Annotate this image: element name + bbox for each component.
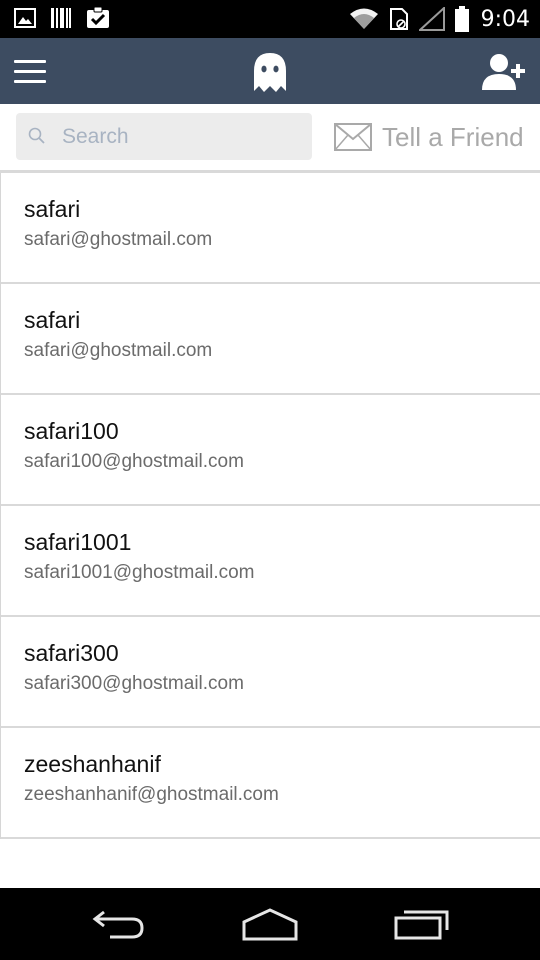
contact-name: safari100 [24, 418, 119, 444]
home-button[interactable] [240, 906, 300, 942]
search-box[interactable] [16, 113, 312, 160]
home-icon [242, 908, 298, 941]
contact-name: safari [24, 196, 81, 222]
sim-icon [389, 8, 408, 30]
contact-name: safari300 [24, 640, 119, 666]
navigation-bar [0, 888, 540, 960]
status-time: 9:04 [480, 6, 530, 32]
envelope-icon [334, 123, 372, 151]
contact-row[interactable]: safari300 safari300@ghostmail.com [1, 617, 540, 728]
add-user-button[interactable] [480, 52, 528, 92]
contact-row[interactable]: safari1001 safari1001@ghostmail.com [1, 506, 540, 617]
hamburger-menu-icon [14, 60, 46, 83]
search-icon [28, 127, 45, 144]
add-user-icon [482, 54, 525, 90]
search-row: Tell a Friend [0, 104, 540, 170]
contact-email: zeeshanhanif@ghostmail.com [24, 784, 279, 805]
status-bar: 9:04 [0, 0, 540, 38]
contact-row[interactable]: safari100 safari100@ghostmail.com [1, 395, 540, 506]
contact-row[interactable]: safari safari@ghostmail.com [1, 173, 540, 284]
recent-apps-icon [394, 910, 449, 940]
tell-a-friend-label: Tell a Friend [382, 121, 524, 152]
tell-a-friend-button[interactable]: Tell a Friend [334, 116, 524, 158]
contact-row[interactable]: zeeshanhanif zeeshanhanif@ghostmail.com [1, 728, 540, 839]
recent-apps-button[interactable] [392, 906, 452, 942]
contact-name: zeeshanhanif [24, 751, 161, 777]
back-button[interactable] [90, 906, 150, 942]
back-icon [92, 910, 144, 939]
contact-name: safari1001 [24, 529, 132, 555]
battery-icon [454, 6, 469, 32]
menu-button[interactable] [14, 60, 46, 84]
signal-icon [418, 7, 445, 31]
contact-email: safari100@ghostmail.com [24, 451, 244, 472]
contact-row[interactable]: safari safari@ghostmail.com [1, 284, 540, 395]
status-notifications [14, 6, 110, 30]
app-bar [0, 38, 540, 104]
search-input[interactable] [62, 113, 302, 160]
contact-list: safari safari@ghostmail.com safari safar… [0, 173, 540, 839]
image-icon [14, 8, 36, 28]
wifi-icon [349, 8, 378, 29]
clipboard-check-icon [87, 6, 109, 28]
contact-email: safari1001@ghostmail.com [24, 562, 255, 583]
contact-name: safari [24, 307, 81, 333]
contact-email: safari300@ghostmail.com [24, 673, 244, 694]
contact-email: safari@ghostmail.com [24, 340, 213, 361]
status-system-icons: 9:04 [349, 0, 530, 38]
barcode-icon [51, 8, 71, 28]
ghost-icon [254, 53, 286, 92]
contact-email: safari@ghostmail.com [24, 229, 213, 250]
